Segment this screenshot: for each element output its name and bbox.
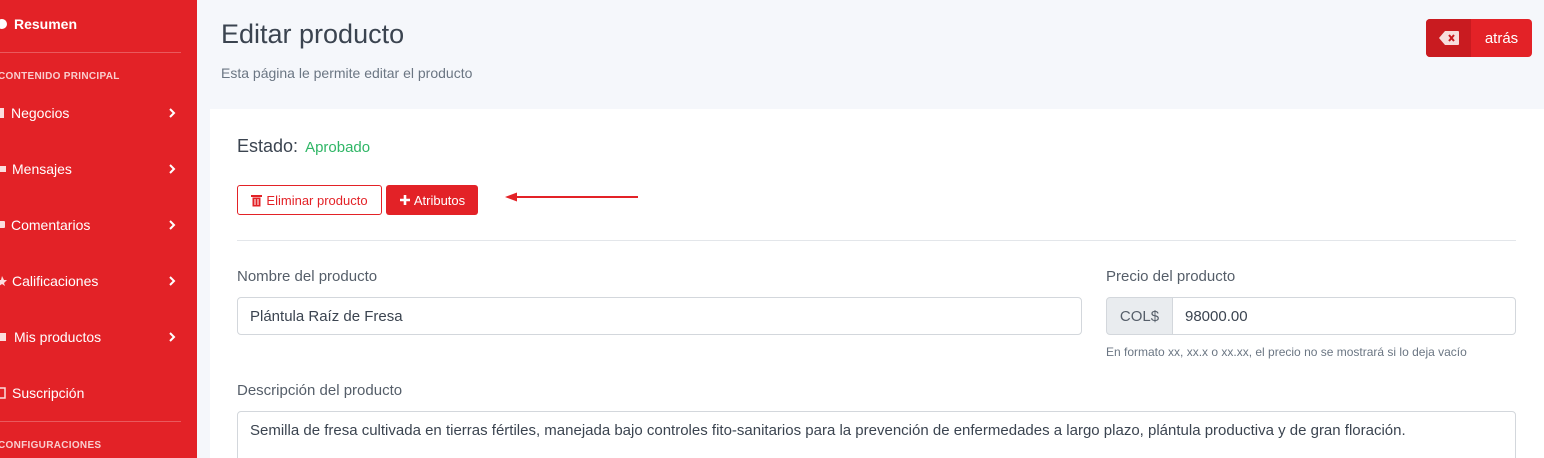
product-price-label: Precio del producto	[1106, 268, 1236, 285]
plus-icon	[399, 195, 410, 205]
product-name-input[interactable]: Plántula Raíz de Fresa	[237, 297, 1082, 335]
sidebar-item-label: Comentarios	[11, 217, 91, 233]
back-button-label: atrás	[1484, 29, 1519, 47]
sidebar: Resumen CONTENIDO PRINCIPAL Negocios Men…	[0, 0, 197, 458]
backspace-icon	[1426, 19, 1471, 57]
chevron-right-icon	[169, 220, 176, 230]
page-subtitle: Esta página le permite editar el product…	[221, 65, 473, 81]
sidebar-item-comentarios[interactable]: Comentarios	[0, 205, 197, 245]
sidebar-divider	[0, 52, 181, 53]
envelope-icon	[0, 166, 6, 172]
sidebar-item-label: Negocios	[11, 105, 70, 121]
sidebar-item-calificaciones[interactable]: Calificaciones	[0, 261, 197, 301]
sidebar-divider	[0, 421, 181, 422]
edit-product-card: Estado: Aprobado Eliminar producto Atrib…	[210, 109, 1544, 458]
page-title: Editar producto	[221, 19, 405, 49]
card-icon	[0, 387, 6, 399]
sidebar-item-mensajes[interactable]: Mensajes	[0, 149, 197, 189]
building-icon	[0, 108, 4, 118]
back-button[interactable]: atrás	[1426, 19, 1532, 57]
status-row: Estado: Aprobado	[237, 136, 370, 157]
box-icon	[0, 333, 6, 341]
sidebar-item-label: Mensajes	[12, 161, 72, 177]
chevron-right-icon	[169, 276, 176, 286]
sidebar-item-label: Mis productos	[14, 329, 102, 345]
page-header: Editar producto Esta página le permite e…	[197, 0, 1544, 108]
attributes-button[interactable]: Atributos	[386, 185, 478, 215]
sidebar-item-label: Resumen	[14, 16, 78, 32]
currency-addon: COL$	[1106, 297, 1173, 335]
status-label: Estado:	[237, 136, 299, 156]
divider	[237, 240, 1516, 241]
status-badge: Aprobado	[305, 139, 371, 156]
chevron-right-icon	[169, 164, 176, 174]
attributes-label: Atributos	[413, 192, 466, 208]
star-icon	[0, 276, 7, 286]
sidebar-section-config: CONFIGURACIONES	[0, 440, 102, 451]
chevron-right-icon	[169, 332, 176, 342]
sidebar-item-label: Calificaciones	[12, 273, 99, 289]
annotation-arrow-icon	[505, 192, 638, 202]
delete-product-label: Eliminar producto	[266, 192, 368, 208]
product-name-label: Nombre del producto	[237, 268, 378, 285]
product-description-textarea[interactable]: Semilla de fresa cultivada en tierras fé…	[237, 411, 1516, 458]
comment-icon	[0, 221, 5, 228]
sidebar-item-mis-productos[interactable]: Mis productos	[0, 317, 197, 357]
sidebar-item-label: Suscripción	[12, 385, 85, 401]
dashboard-icon	[0, 19, 7, 29]
price-help-text: En formato xx, xx.x o xx.xx, el precio n…	[1106, 345, 1467, 359]
delete-product-button[interactable]: Eliminar producto	[237, 185, 382, 215]
product-description-label: Descripción del producto	[237, 382, 403, 399]
sidebar-item-suscripcion[interactable]: Suscripción	[0, 373, 197, 413]
trash-icon	[251, 194, 263, 206]
sidebar-item-resumen[interactable]: Resumen	[0, 4, 197, 44]
sidebar-section-main: CONTENIDO PRINCIPAL	[0, 71, 120, 82]
product-price-input[interactable]: 98000.00	[1172, 297, 1516, 335]
chevron-right-icon	[169, 108, 176, 118]
sidebar-item-negocios[interactable]: Negocios	[0, 93, 197, 133]
